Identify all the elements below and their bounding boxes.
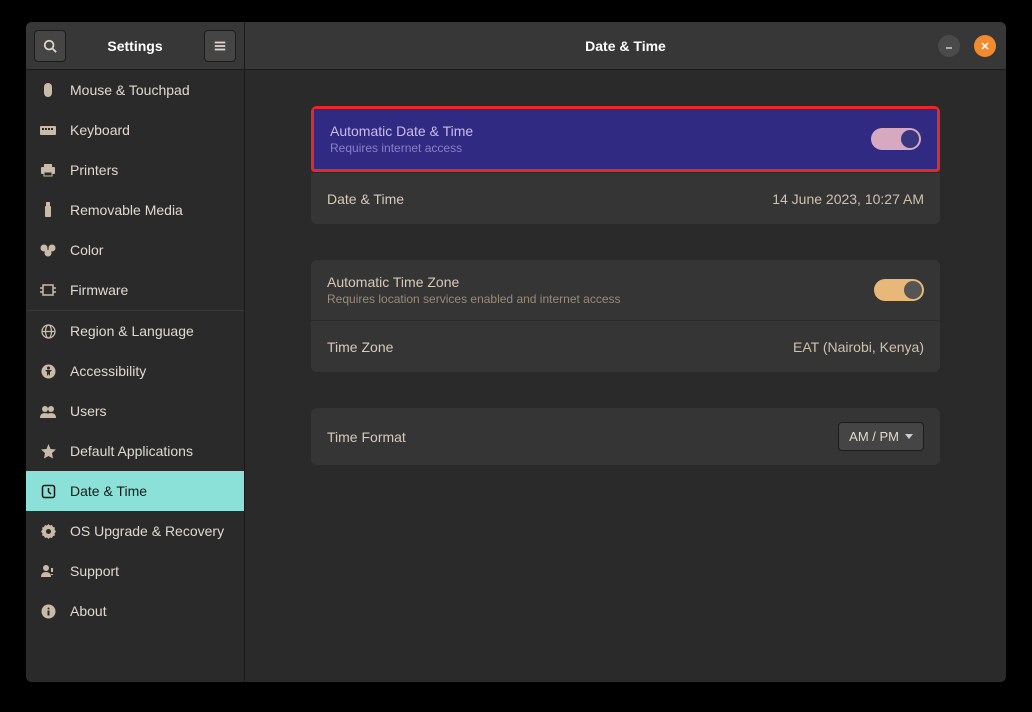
settings-group: Time Format AM / PM <box>311 408 940 465</box>
window-controls <box>938 35 996 57</box>
row-value: EAT (Nairobi, Kenya) <box>793 339 924 355</box>
row-subtitle: Requires location services enabled and i… <box>327 292 621 306</box>
sidebar-item-mouse-touchpad[interactable]: Mouse & Touchpad <box>26 70 244 110</box>
chevron-down-icon <box>905 434 913 439</box>
menu-button[interactable] <box>204 30 236 62</box>
sidebar-item-users[interactable]: Users <box>26 391 244 431</box>
sidebar-item-default-applications[interactable]: Default Applications <box>26 431 244 471</box>
sidebar-item-support[interactable]: Support <box>26 551 244 591</box>
row-title: Time Format <box>327 429 406 445</box>
settings-row-automatic-time-zone: Automatic Time Zone Requires location ser… <box>311 260 940 320</box>
sidebar-list: Mouse & Touchpad Keyboard Printers Removabl… <box>26 70 244 682</box>
row-label-group: Automatic Date & Time Requires internet a… <box>330 123 473 155</box>
sidebar-item-printers[interactable]: Printers <box>26 150 244 190</box>
sidebar-item-label: Default Applications <box>70 443 193 459</box>
settings-row-date-time[interactable]: Date & Time 14 June 2023, 10:27 AM <box>311 172 940 224</box>
select-value: AM / PM <box>849 429 899 444</box>
hamburger-icon <box>213 39 227 53</box>
settings-row-time-zone[interactable]: Time Zone EAT (Nairobi, Kenya) <box>311 320 940 372</box>
content: Automatic Date & Time Requires internet a… <box>245 70 1006 682</box>
sidebar: Settings Mouse & Touchpad Keyboard Printer… <box>26 22 245 682</box>
close-icon <box>980 41 990 51</box>
sidebar-item-keyboard[interactable]: Keyboard <box>26 110 244 150</box>
chip-icon <box>40 282 56 298</box>
sidebar-item-label: Date & Time <box>70 483 147 499</box>
search-icon <box>43 39 57 53</box>
sidebar-item-region-language[interactable]: Region & Language <box>26 310 244 351</box>
row-label-group: Time Zone <box>327 339 393 355</box>
info-icon <box>40 603 56 619</box>
main-panel: Date & Time Automatic Date & Time Require… <box>245 22 1006 682</box>
row-subtitle: Requires internet access <box>330 141 473 155</box>
sidebar-item-label: Keyboard <box>70 122 130 138</box>
globe-icon <box>40 323 56 339</box>
sidebar-item-date-time[interactable]: Date & Time <box>26 471 244 511</box>
row-label-group: Automatic Time Zone Requires location ser… <box>327 274 621 306</box>
sidebar-item-label: Firmware <box>70 282 128 298</box>
search-button[interactable] <box>34 30 66 62</box>
row-title: Automatic Time Zone <box>327 274 621 290</box>
toggle-knob <box>904 281 922 299</box>
sidebar-item-removable-media[interactable]: Removable Media <box>26 190 244 230</box>
row-label-group: Time Format <box>327 429 406 445</box>
support-icon <box>40 563 56 579</box>
sidebar-item-label: About <box>70 603 107 619</box>
keyboard-icon <box>40 122 56 138</box>
minimize-button[interactable] <box>938 35 960 57</box>
sidebar-item-label: Region & Language <box>70 323 194 339</box>
sidebar-item-accessibility[interactable]: Accessibility <box>26 351 244 391</box>
a11y-icon <box>40 363 56 379</box>
time-format-select[interactable]: AM / PM <box>838 422 924 451</box>
toggle-knob <box>901 130 919 148</box>
minimize-icon <box>944 41 954 51</box>
star-icon <box>40 443 56 459</box>
page-title: Date & Time <box>585 38 666 54</box>
sidebar-item-about[interactable]: About <box>26 591 244 631</box>
row-title: Date & Time <box>327 191 404 207</box>
sidebar-item-label: Removable Media <box>70 202 183 218</box>
settings-row-automatic-date-time: Automatic Date & Time Requires internet a… <box>311 106 940 172</box>
sidebar-title: Settings <box>66 38 204 54</box>
sidebar-item-label: Printers <box>70 162 118 178</box>
main-header: Date & Time <box>245 22 1006 70</box>
settings-group: Automatic Date & Time Requires internet a… <box>311 106 940 224</box>
row-title: Automatic Date & Time <box>330 123 473 139</box>
settings-group: Automatic Time Zone Requires location ser… <box>311 260 940 372</box>
sidebar-item-os-upgrade-recovery[interactable]: OS Upgrade & Recovery <box>26 511 244 551</box>
settings-row-time-format: Time Format AM / PM <box>311 408 940 465</box>
settings-window: Settings Mouse & Touchpad Keyboard Printer… <box>26 22 1006 682</box>
sidebar-item-label: Mouse & Touchpad <box>70 82 190 98</box>
sidebar-item-label: OS Upgrade & Recovery <box>70 523 224 539</box>
sidebar-item-label: Users <box>70 403 107 419</box>
row-label-group: Date & Time <box>327 191 404 207</box>
close-button[interactable] <box>974 35 996 57</box>
toggle-switch[interactable] <box>874 279 924 301</box>
sidebar-item-label: Accessibility <box>70 363 146 379</box>
sidebar-header: Settings <box>26 22 244 70</box>
toggle-switch[interactable] <box>871 128 921 150</box>
color-icon <box>40 242 56 258</box>
row-title: Time Zone <box>327 339 393 355</box>
sidebar-item-firmware[interactable]: Firmware <box>26 270 244 310</box>
sidebar-item-label: Color <box>70 242 103 258</box>
printer-icon <box>40 162 56 178</box>
gear-icon <box>40 523 56 539</box>
row-value: 14 June 2023, 10:27 AM <box>772 191 924 207</box>
sidebar-item-color[interactable]: Color <box>26 230 244 270</box>
clock-icon <box>40 483 56 499</box>
users-icon <box>40 403 56 419</box>
mouse-icon <box>40 82 56 98</box>
usb-icon <box>40 202 56 218</box>
sidebar-item-label: Support <box>70 563 119 579</box>
